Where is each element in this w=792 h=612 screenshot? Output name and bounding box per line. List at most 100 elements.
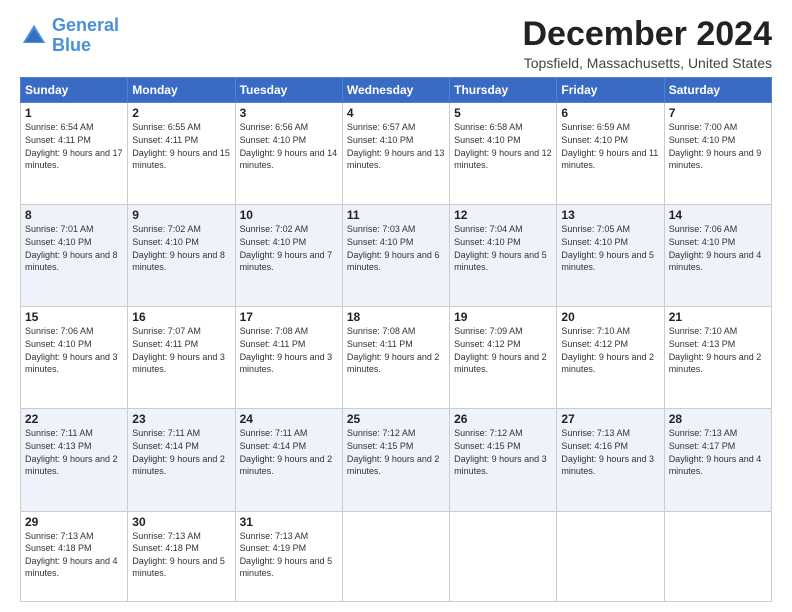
day-info: Sunrise: 7:11 AMSunset: 4:13 PMDaylight:… [25,428,118,476]
day-number: 1 [25,106,123,120]
day-info: Sunrise: 7:08 AMSunset: 4:11 PMDaylight:… [240,326,333,374]
day-info: Sunrise: 7:12 AMSunset: 4:15 PMDaylight:… [347,428,440,476]
day-info: Sunrise: 6:55 AMSunset: 4:11 PMDaylight:… [132,122,230,170]
day-info: Sunrise: 7:07 AMSunset: 4:11 PMDaylight:… [132,326,225,374]
day-info: Sunrise: 7:13 AMSunset: 4:18 PMDaylight:… [132,531,225,579]
calendar-cell: 17 Sunrise: 7:08 AMSunset: 4:11 PMDaylig… [235,307,342,409]
calendar-cell: 14 Sunrise: 7:06 AMSunset: 4:10 PMDaylig… [664,205,771,307]
calendar-cell: 29 Sunrise: 7:13 AMSunset: 4:18 PMDaylig… [21,511,128,601]
calendar-cell: 21 Sunrise: 7:10 AMSunset: 4:13 PMDaylig… [664,307,771,409]
day-number: 5 [454,106,552,120]
calendar-cell: 19 Sunrise: 7:09 AMSunset: 4:12 PMDaylig… [450,307,557,409]
day-number: 15 [25,310,123,324]
calendar-cell: 2 Sunrise: 6:55 AMSunset: 4:11 PMDayligh… [128,103,235,205]
logo: General Blue [20,16,119,56]
day-info: Sunrise: 6:58 AMSunset: 4:10 PMDaylight:… [454,122,552,170]
day-number: 23 [132,412,230,426]
day-info: Sunrise: 7:11 AMSunset: 4:14 PMDaylight:… [240,428,333,476]
day-info: Sunrise: 6:56 AMSunset: 4:10 PMDaylight:… [240,122,338,170]
calendar-cell: 24 Sunrise: 7:11 AMSunset: 4:14 PMDaylig… [235,409,342,511]
day-number: 17 [240,310,338,324]
calendar-cell: 7 Sunrise: 7:00 AMSunset: 4:10 PMDayligh… [664,103,771,205]
day-info: Sunrise: 7:11 AMSunset: 4:14 PMDaylight:… [132,428,225,476]
calendar-cell: 26 Sunrise: 7:12 AMSunset: 4:15 PMDaylig… [450,409,557,511]
col-header-monday: Monday [128,78,235,103]
calendar-cell: 12 Sunrise: 7:04 AMSunset: 4:10 PMDaylig… [450,205,557,307]
calendar-cell: 25 Sunrise: 7:12 AMSunset: 4:15 PMDaylig… [342,409,449,511]
calendar-cell: 5 Sunrise: 6:58 AMSunset: 4:10 PMDayligh… [450,103,557,205]
day-info: Sunrise: 7:10 AMSunset: 4:12 PMDaylight:… [561,326,654,374]
day-number: 10 [240,208,338,222]
page: General Blue December 2024 Topsfield, Ma… [0,0,792,612]
calendar-cell [664,511,771,601]
day-number: 4 [347,106,445,120]
calendar-cell: 20 Sunrise: 7:10 AMSunset: 4:12 PMDaylig… [557,307,664,409]
location: Topsfield, Massachusetts, United States [522,55,772,71]
logo-text: General Blue [52,16,119,56]
logo-line1: General [52,15,119,35]
calendar-cell: 28 Sunrise: 7:13 AMSunset: 4:17 PMDaylig… [664,409,771,511]
day-number: 7 [669,106,767,120]
day-number: 22 [25,412,123,426]
calendar-cell: 10 Sunrise: 7:02 AMSunset: 4:10 PMDaylig… [235,205,342,307]
calendar-cell: 13 Sunrise: 7:05 AMSunset: 4:10 PMDaylig… [557,205,664,307]
calendar-cell [342,511,449,601]
day-number: 3 [240,106,338,120]
calendar-cell [557,511,664,601]
month-title: December 2024 [522,16,772,53]
calendar-cell: 16 Sunrise: 7:07 AMSunset: 4:11 PMDaylig… [128,307,235,409]
day-info: Sunrise: 7:13 AMSunset: 4:19 PMDaylight:… [240,531,333,579]
day-info: Sunrise: 7:10 AMSunset: 4:13 PMDaylight:… [669,326,762,374]
day-number: 21 [669,310,767,324]
day-info: Sunrise: 7:13 AMSunset: 4:16 PMDaylight:… [561,428,654,476]
logo-icon [20,22,48,50]
day-info: Sunrise: 7:13 AMSunset: 4:17 PMDaylight:… [669,428,762,476]
calendar-cell: 18 Sunrise: 7:08 AMSunset: 4:11 PMDaylig… [342,307,449,409]
day-number: 20 [561,310,659,324]
calendar-cell: 11 Sunrise: 7:03 AMSunset: 4:10 PMDaylig… [342,205,449,307]
title-block: December 2024 Topsfield, Massachusetts, … [522,16,772,71]
day-number: 16 [132,310,230,324]
day-number: 29 [25,515,123,529]
day-number: 31 [240,515,338,529]
calendar-cell: 31 Sunrise: 7:13 AMSunset: 4:19 PMDaylig… [235,511,342,601]
header: General Blue December 2024 Topsfield, Ma… [20,16,772,71]
day-number: 12 [454,208,552,222]
day-info: Sunrise: 7:06 AMSunset: 4:10 PMDaylight:… [25,326,118,374]
day-number: 8 [25,208,123,222]
col-header-sunday: Sunday [21,78,128,103]
col-header-thursday: Thursday [450,78,557,103]
calendar-table: SundayMondayTuesdayWednesdayThursdayFrid… [20,77,772,602]
day-number: 28 [669,412,767,426]
day-number: 27 [561,412,659,426]
day-info: Sunrise: 7:04 AMSunset: 4:10 PMDaylight:… [454,224,547,272]
day-info: Sunrise: 7:12 AMSunset: 4:15 PMDaylight:… [454,428,547,476]
col-header-wednesday: Wednesday [342,78,449,103]
day-number: 18 [347,310,445,324]
calendar-cell [450,511,557,601]
day-info: Sunrise: 6:54 AMSunset: 4:11 PMDaylight:… [25,122,123,170]
day-number: 24 [240,412,338,426]
day-info: Sunrise: 6:57 AMSunset: 4:10 PMDaylight:… [347,122,445,170]
day-info: Sunrise: 7:00 AMSunset: 4:10 PMDaylight:… [669,122,762,170]
day-number: 2 [132,106,230,120]
day-number: 13 [561,208,659,222]
day-info: Sunrise: 7:09 AMSunset: 4:12 PMDaylight:… [454,326,547,374]
calendar-cell: 8 Sunrise: 7:01 AMSunset: 4:10 PMDayligh… [21,205,128,307]
calendar-cell: 3 Sunrise: 6:56 AMSunset: 4:10 PMDayligh… [235,103,342,205]
col-header-friday: Friday [557,78,664,103]
day-info: Sunrise: 7:03 AMSunset: 4:10 PMDaylight:… [347,224,440,272]
day-number: 25 [347,412,445,426]
day-info: Sunrise: 6:59 AMSunset: 4:10 PMDaylight:… [561,122,658,170]
calendar-cell: 27 Sunrise: 7:13 AMSunset: 4:16 PMDaylig… [557,409,664,511]
calendar-cell: 23 Sunrise: 7:11 AMSunset: 4:14 PMDaylig… [128,409,235,511]
calendar-cell: 6 Sunrise: 6:59 AMSunset: 4:10 PMDayligh… [557,103,664,205]
day-info: Sunrise: 7:05 AMSunset: 4:10 PMDaylight:… [561,224,654,272]
calendar-cell: 1 Sunrise: 6:54 AMSunset: 4:11 PMDayligh… [21,103,128,205]
day-number: 26 [454,412,552,426]
day-info: Sunrise: 7:06 AMSunset: 4:10 PMDaylight:… [669,224,762,272]
col-header-saturday: Saturday [664,78,771,103]
logo-line2: Blue [52,35,91,55]
day-info: Sunrise: 7:01 AMSunset: 4:10 PMDaylight:… [25,224,118,272]
day-number: 14 [669,208,767,222]
